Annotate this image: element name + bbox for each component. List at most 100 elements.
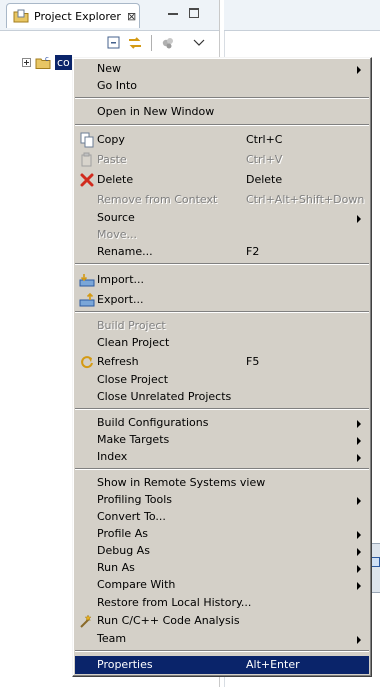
shortcut-label: F2 (246, 245, 260, 258)
collapse-all-icon[interactable] (106, 35, 122, 51)
minimize-icon[interactable] (167, 8, 179, 20)
menu-separator (75, 311, 369, 313)
menu-item-profile-as[interactable]: Profile As (75, 525, 369, 543)
menu-item-label: Refresh (97, 355, 139, 368)
menu-separator (75, 408, 369, 410)
view-tab-bar: Project Explorer ⊠ (0, 0, 219, 31)
link-with-editor-icon[interactable] (127, 35, 143, 51)
menu-item-remove-from-context[interactable]: Remove from Context Ctrl+Alt+Shift+Down (75, 191, 369, 209)
project-explorer-icon (13, 9, 29, 23)
menu-item-label: Import... (97, 273, 144, 286)
menu-item-label: Run As (97, 561, 135, 574)
submenu-arrow-icon (357, 454, 361, 462)
menu-item-label: Delete (97, 173, 134, 186)
code-analysis-icon (80, 614, 92, 628)
menu-item-properties[interactable]: Properties Alt+Enter (75, 656, 369, 674)
shortcut-label: Ctrl+V (246, 153, 283, 166)
menu-item-label: Close Unrelated Projects (97, 390, 232, 403)
menu-item-label: Move... (97, 228, 137, 241)
menu-item-close-unrelated-projects[interactable]: Close Unrelated Projects (75, 388, 369, 406)
menu-item-label: Debug As (97, 544, 150, 557)
svg-text:c: c (45, 55, 49, 63)
submenu-arrow-icon (357, 497, 361, 505)
expand-icon[interactable] (22, 57, 31, 67)
view-menu-icon[interactable] (191, 35, 207, 51)
tree-item-project[interactable]: c co (22, 54, 72, 70)
import-icon (79, 274, 95, 287)
menu-item-export[interactable]: Export... (75, 291, 369, 309)
menu-item-team[interactable]: Team (75, 630, 369, 648)
submenu-arrow-icon (357, 548, 361, 556)
menu-item-clean-project[interactable]: Clean Project (75, 334, 369, 352)
submenu-arrow-icon (357, 215, 361, 223)
menu-item-import[interactable]: Import... (75, 271, 369, 289)
menu-item-refresh[interactable]: Refresh F5 (75, 353, 369, 371)
menu-item-label: Source (97, 211, 135, 224)
toolbar-separator (151, 35, 152, 51)
menu-item-label: Show in Remote Systems view (97, 476, 266, 489)
menu-item-label: Close Project (97, 373, 169, 386)
menu-item-source[interactable]: Source (75, 209, 369, 227)
menu-item-run-as[interactable]: Run As (75, 559, 369, 577)
submenu-arrow-icon (357, 582, 361, 590)
menu-item-copy[interactable]: Copy Ctrl+C (75, 131, 369, 149)
menu-item-label: Build Configurations (97, 416, 209, 429)
menu-item-label: Properties (97, 658, 153, 671)
menu-item-label: Make Targets (97, 433, 170, 446)
menu-item-label: Index (97, 450, 128, 463)
menu-item-label: Remove from Context (97, 193, 218, 206)
menu-separator (75, 650, 369, 652)
refresh-icon (81, 356, 93, 369)
shortcut-label: Ctrl+C (246, 133, 283, 146)
tree-item-label: co (55, 54, 72, 70)
menu-item-paste[interactable]: Paste Ctrl+V (75, 151, 369, 169)
menu-item-label: Team (97, 632, 127, 645)
menu-item-open-in-new-window[interactable]: Open in New Window (75, 103, 369, 121)
menu-item-convert-to[interactable]: Convert To... (75, 508, 369, 526)
menu-item-build-configurations[interactable]: Build Configurations (75, 414, 369, 432)
paste-icon (81, 152, 92, 167)
submenu-arrow-icon (357, 531, 361, 539)
menu-item-label: Compare With (97, 578, 176, 591)
menu-item-profiling-tools[interactable]: Profiling Tools (75, 491, 369, 509)
submenu-arrow-icon (357, 420, 361, 428)
menu-item-show-in-remote-systems[interactable]: Show in Remote Systems view (75, 474, 369, 492)
delete-x-icon (80, 173, 94, 187)
close-icon[interactable]: ⊠ (127, 10, 136, 23)
menu-item-close-project[interactable]: Close Project (75, 371, 369, 389)
menu-item-compare-with[interactable]: Compare With (75, 576, 369, 594)
menu-item-go-into[interactable]: Go Into (75, 77, 369, 95)
menu-separator (75, 263, 369, 265)
menu-item-label: Profiling Tools (97, 493, 173, 506)
menu-separator (75, 97, 369, 99)
menu-item-build-project[interactable]: Build Project (75, 317, 369, 335)
submenu-arrow-icon (357, 565, 361, 573)
c-project-folder-icon: c (35, 55, 51, 69)
filter-icon[interactable] (160, 35, 176, 51)
menu-item-label: New (97, 62, 121, 75)
menu-item-new[interactable]: New (75, 60, 369, 78)
menu-item-index[interactable]: Index (75, 448, 369, 466)
submenu-arrow-icon (357, 66, 361, 74)
menu-item-move[interactable]: Move... (75, 226, 369, 244)
view-tab-title: Project Explorer (34, 9, 121, 23)
submenu-arrow-icon (357, 636, 361, 644)
tab-project-explorer[interactable]: Project Explorer ⊠ (6, 3, 140, 28)
menu-item-label: Export... (97, 293, 144, 306)
menu-item-label: Profile As (97, 527, 148, 540)
editor-tab-bar (224, 0, 380, 31)
export-icon (79, 292, 95, 307)
menu-item-delete[interactable]: Delete Delete (75, 171, 369, 189)
menu-item-rename[interactable]: Rename... F2 (75, 243, 369, 261)
trim-view-icon[interactable] (371, 557, 380, 567)
shortcut-label: F5 (246, 355, 260, 368)
menu-item-make-targets[interactable]: Make Targets (75, 431, 369, 449)
menu-item-label: Open in New Window (97, 105, 215, 118)
menu-item-debug-as[interactable]: Debug As (75, 542, 369, 560)
menu-separator (75, 468, 369, 470)
menu-item-label: Rename... (97, 245, 153, 258)
menu-item-run-code-analysis[interactable]: Run C/C++ Code Analysis (75, 612, 369, 630)
maximize-icon[interactable] (189, 8, 199, 18)
menu-item-label: Clean Project (97, 336, 170, 349)
menu-item-restore-from-local-history[interactable]: Restore from Local History... (75, 594, 369, 612)
